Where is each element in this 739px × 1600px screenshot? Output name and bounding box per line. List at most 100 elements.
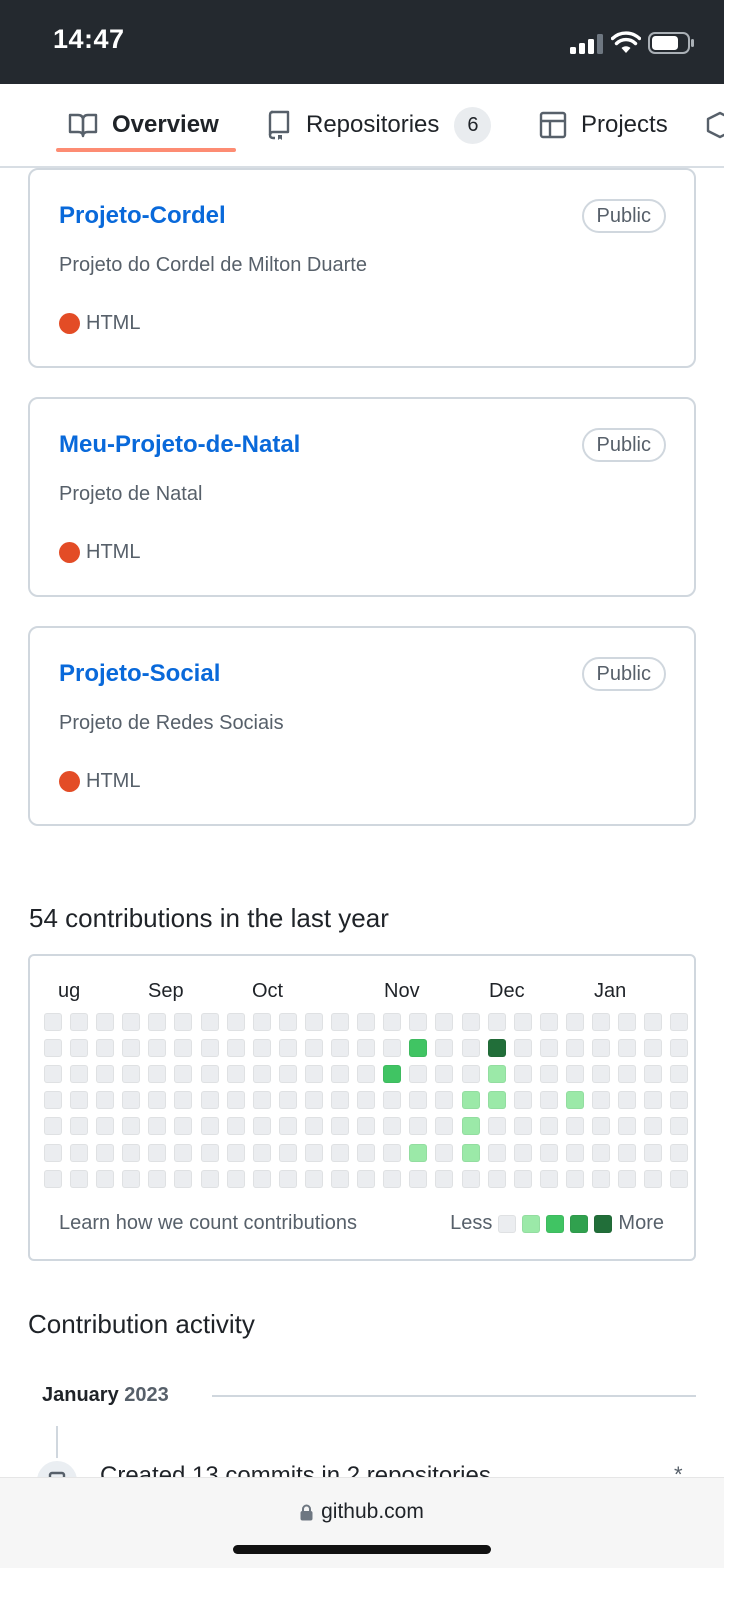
contribution-day-cell[interactable] (200, 1039, 219, 1058)
contribution-day-cell[interactable] (670, 1013, 689, 1031)
contribution-day-cell[interactable] (174, 1117, 193, 1136)
contribution-day-cell[interactable] (96, 1169, 115, 1188)
contribution-day-cell[interactable] (226, 1065, 245, 1084)
contribution-day-cell[interactable] (226, 1143, 245, 1162)
contribution-day-cell[interactable] (670, 1091, 689, 1110)
contribution-day-cell[interactable] (357, 1091, 376, 1110)
contribution-day-cell[interactable] (487, 1065, 506, 1084)
contribution-day-cell[interactable] (304, 1169, 323, 1188)
contribution-day-cell[interactable] (565, 1169, 584, 1188)
contribution-day-cell[interactable] (252, 1169, 271, 1188)
contribution-day-cell[interactable] (435, 1143, 454, 1162)
contribution-day-cell[interactable] (592, 1169, 610, 1188)
contribution-day-cell[interactable] (122, 1091, 141, 1110)
contribution-day-cell[interactable] (304, 1117, 323, 1136)
contribution-day-cell[interactable] (70, 1065, 88, 1084)
contribution-day-cell[interactable] (70, 1169, 88, 1188)
contribution-day-cell[interactable] (592, 1091, 610, 1110)
contribution-day-cell[interactable] (148, 1117, 167, 1136)
contribution-day-cell[interactable] (383, 1039, 402, 1058)
contribution-day-cell[interactable] (487, 1091, 506, 1110)
contribution-day-cell[interactable] (461, 1013, 480, 1031)
contribution-day-cell[interactable] (539, 1143, 558, 1162)
contribution-day-cell[interactable] (226, 1169, 245, 1188)
contribution-day-cell[interactable] (148, 1065, 167, 1084)
contribution-day-cell[interactable] (409, 1039, 428, 1058)
contribution-day-cell[interactable] (670, 1117, 689, 1136)
contribution-day-cell[interactable] (618, 1117, 637, 1136)
contribution-day-cell[interactable] (278, 1013, 297, 1031)
contribution-day-cell[interactable] (148, 1169, 167, 1188)
contribution-day-cell[interactable] (278, 1143, 297, 1162)
contribution-day-cell[interactable] (331, 1169, 349, 1188)
contribution-day-cell[interactable] (565, 1065, 584, 1084)
contribution-day-cell[interactable] (278, 1065, 297, 1084)
contribution-day-cell[interactable] (174, 1091, 193, 1110)
repo-name-link[interactable]: Meu-Projeto-de-Natal (59, 431, 300, 459)
contribution-day-cell[interactable] (539, 1039, 558, 1058)
contribution-day-cell[interactable] (409, 1091, 428, 1110)
contribution-day-cell[interactable] (278, 1117, 297, 1136)
contribution-day-cell[interactable] (487, 1013, 506, 1031)
contribution-day-cell[interactable] (252, 1091, 271, 1110)
contribution-day-cell[interactable] (122, 1169, 141, 1188)
contribution-day-cell[interactable] (278, 1169, 297, 1188)
contribution-day-cell[interactable] (461, 1169, 480, 1188)
contribution-day-cell[interactable] (644, 1039, 663, 1058)
contribution-day-cell[interactable] (565, 1143, 584, 1162)
tab-packages[interactable] (706, 84, 724, 166)
contribution-day-cell[interactable] (174, 1065, 193, 1084)
contribution-day-cell[interactable] (331, 1117, 349, 1136)
contribution-day-cell[interactable] (592, 1065, 610, 1084)
contribution-day-cell[interactable] (96, 1117, 115, 1136)
contribution-day-cell[interactable] (592, 1039, 610, 1058)
contribution-day-cell[interactable] (435, 1117, 454, 1136)
contribution-day-cell[interactable] (435, 1013, 454, 1031)
contribution-day-cell[interactable] (252, 1039, 271, 1058)
contribution-day-cell[interactable] (618, 1039, 637, 1058)
contribution-day-cell[interactable] (644, 1091, 663, 1110)
contribution-day-cell[interactable] (409, 1143, 428, 1162)
contribution-day-cell[interactable] (122, 1143, 141, 1162)
contribution-day-cell[interactable] (96, 1039, 115, 1058)
contribution-day-cell[interactable] (96, 1091, 115, 1110)
contribution-day-cell[interactable] (435, 1169, 454, 1188)
tab-overview[interactable]: Overview (68, 84, 219, 166)
contribution-day-cell[interactable] (357, 1169, 376, 1188)
contribution-day-cell[interactable] (122, 1039, 141, 1058)
contribution-day-cell[interactable] (513, 1117, 532, 1136)
home-indicator[interactable] (233, 1545, 491, 1554)
contribution-day-cell[interactable] (96, 1013, 115, 1031)
contribution-day-cell[interactable] (70, 1013, 88, 1031)
contribution-day-cell[interactable] (644, 1065, 663, 1084)
repo-name-link[interactable]: Projeto-Cordel (59, 202, 226, 230)
contribution-day-cell[interactable] (304, 1013, 323, 1031)
contribution-day-cell[interactable] (435, 1091, 454, 1110)
contribution-day-cell[interactable] (304, 1143, 323, 1162)
contribution-day-cell[interactable] (435, 1065, 454, 1084)
contribution-day-cell[interactable] (618, 1169, 637, 1188)
contribution-day-cell[interactable] (148, 1143, 167, 1162)
contribution-day-cell[interactable] (70, 1143, 88, 1162)
contribution-day-cell[interactable] (174, 1039, 193, 1058)
contribution-day-cell[interactable] (226, 1091, 245, 1110)
contribution-day-cell[interactable] (43, 1065, 62, 1084)
contribution-day-cell[interactable] (409, 1169, 428, 1188)
contribution-day-cell[interactable] (409, 1065, 428, 1084)
contribution-day-cell[interactable] (43, 1091, 62, 1110)
contribution-day-cell[interactable] (331, 1065, 349, 1084)
contribution-day-cell[interactable] (200, 1117, 219, 1136)
contribution-day-cell[interactable] (383, 1065, 402, 1084)
contribution-day-cell[interactable] (148, 1013, 167, 1031)
contribution-day-cell[interactable] (539, 1065, 558, 1084)
contribution-day-cell[interactable] (43, 1013, 62, 1031)
contribution-day-cell[interactable] (304, 1039, 323, 1058)
contribution-day-cell[interactable] (252, 1065, 271, 1084)
contribution-day-cell[interactable] (96, 1143, 115, 1162)
tab-repositories[interactable]: Repositories 6 (266, 84, 492, 166)
contribution-day-cell[interactable] (592, 1013, 610, 1031)
contribution-day-cell[interactable] (122, 1013, 141, 1031)
contribution-day-cell[interactable] (331, 1039, 349, 1058)
contribution-day-cell[interactable] (435, 1039, 454, 1058)
contribution-day-cell[interactable] (383, 1169, 402, 1188)
